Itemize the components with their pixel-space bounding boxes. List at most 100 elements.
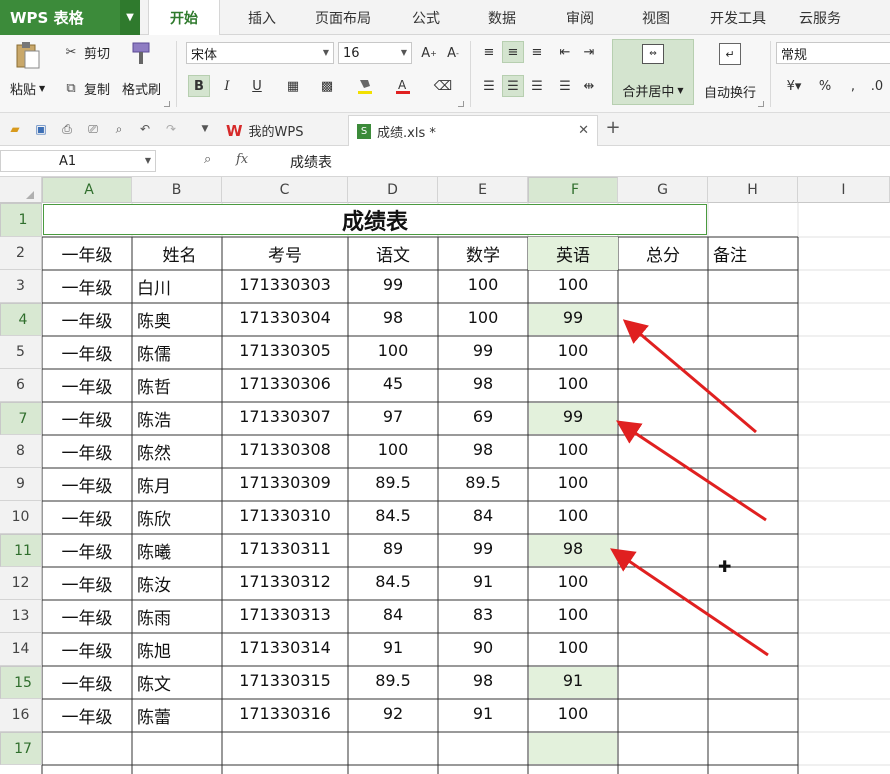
data-cell[interactable]: 100 (528, 501, 618, 534)
row-header-12[interactable]: 12 (0, 567, 42, 600)
align-bottom-icon[interactable]: ≡ (526, 41, 548, 63)
bold-icon[interactable]: B (188, 75, 210, 97)
data-cell[interactable]: 100 (348, 336, 438, 369)
data-cell[interactable]: 陈奥 (132, 303, 222, 336)
cut-button[interactable]: ✂ 剪切 (62, 43, 110, 62)
close-icon[interactable]: ✕ (578, 123, 589, 138)
row-header-16[interactable]: 16 (0, 699, 42, 732)
data-cell[interactable]: 陈文 (132, 666, 222, 699)
row-header-5[interactable]: 5 (0, 336, 42, 369)
data-cell[interactable]: 陈曦 (132, 534, 222, 567)
font-color-icon[interactable]: A (392, 75, 414, 97)
data-cell[interactable]: 一年级 (42, 468, 132, 501)
column-header-c[interactable]: C (222, 177, 348, 203)
data-cell[interactable]: 99 (528, 402, 618, 435)
data-cell[interactable]: 一年级 (42, 666, 132, 699)
row-header-3[interactable]: 3 (0, 270, 42, 303)
row-header-8[interactable]: 8 (0, 435, 42, 468)
italic-icon[interactable]: I (216, 75, 238, 97)
data-cell[interactable]: 89.5 (348, 666, 438, 699)
data-cell[interactable]: 98 (438, 369, 528, 402)
column-header-h[interactable]: H (708, 177, 798, 203)
align-top-icon[interactable]: ≡ (478, 41, 500, 63)
formula-input[interactable]: 成绩表 (290, 152, 332, 172)
data-cell[interactable]: 98 (348, 303, 438, 336)
row-header-11[interactable]: 11 (0, 534, 42, 567)
data-cell[interactable]: 陈儒 (132, 336, 222, 369)
data-cell[interactable]: 100 (528, 435, 618, 468)
data-cell[interactable]: 84.5 (348, 567, 438, 600)
wrap-text-button[interactable]: ↵ 自动换行 (698, 39, 762, 105)
data-cell[interactable]: 171330314 (222, 633, 348, 666)
column-header-b[interactable]: B (132, 177, 222, 203)
data-cell[interactable]: 一年级 (42, 369, 132, 402)
data-cell[interactable]: 一年级 (42, 270, 132, 303)
undo-icon[interactable]: ↶ (136, 120, 154, 138)
save-icon[interactable]: ▣ (32, 120, 50, 138)
decimal-icon[interactable]: .0 (866, 75, 888, 97)
clear-format-icon[interactable]: ⌫ (432, 75, 454, 97)
currency-icon[interactable]: ¥▾ (780, 75, 808, 97)
data-cell[interactable]: 171330306 (222, 369, 348, 402)
align-center-icon[interactable]: ☰ (502, 75, 524, 97)
data-cell[interactable]: 一年级 (42, 567, 132, 600)
data-cell[interactable]: 171330307 (222, 402, 348, 435)
paste-button[interactable]: 粘贴 ▼ (10, 79, 45, 98)
data-cell[interactable]: 45 (348, 369, 438, 402)
data-cell[interactable]: 100 (528, 270, 618, 303)
data-cell[interactable]: 100 (438, 270, 528, 303)
select-all-corner[interactable] (0, 177, 42, 203)
zoom-search-icon[interactable]: ⌕ (204, 152, 211, 167)
data-cell[interactable]: 100 (528, 600, 618, 633)
data-cell[interactable]: 99 (438, 534, 528, 567)
data-cell[interactable]: 一年级 (42, 534, 132, 567)
app-menu-button[interactable]: WPS 表格 ▼ (0, 0, 140, 35)
data-cell[interactable]: 83 (438, 600, 528, 633)
tab-page-layout[interactable]: 页面布局 (302, 0, 384, 35)
data-cell[interactable]: 一年级 (42, 336, 132, 369)
data-cell[interactable]: 陈蕾 (132, 699, 222, 732)
data-cell[interactable]: 171330311 (222, 534, 348, 567)
data-cell[interactable]: 171330315 (222, 666, 348, 699)
data-cell[interactable]: 84 (438, 501, 528, 534)
row-header-17[interactable]: 17 (0, 732, 42, 765)
align-right-icon[interactable]: ☰ (526, 75, 548, 97)
tab-formulas[interactable]: 公式 (396, 0, 456, 35)
data-cell[interactable]: 171330304 (222, 303, 348, 336)
header-cell[interactable]: 数学 (438, 237, 528, 270)
title-cell[interactable]: 成绩表 (43, 204, 707, 235)
fill-color-icon[interactable] (354, 75, 376, 97)
data-cell[interactable]: 一年级 (42, 633, 132, 666)
data-cell[interactable]: 100 (528, 369, 618, 402)
copy-button[interactable]: ⧉ 复制 (62, 79, 110, 98)
tab-home[interactable]: 开始 (148, 0, 220, 36)
data-cell[interactable]: 90 (438, 633, 528, 666)
column-header-g[interactable]: G (618, 177, 708, 203)
insert-function-button[interactable]: fx (236, 152, 248, 167)
chevron-down-icon[interactable]: ▼ (120, 0, 140, 35)
data-cell[interactable]: 100 (438, 303, 528, 336)
data-cell[interactable]: 171330305 (222, 336, 348, 369)
name-box[interactable]: A1 ▼ (0, 150, 156, 172)
data-cell[interactable]: 100 (348, 435, 438, 468)
data-cell[interactable]: 91 (438, 699, 528, 732)
data-cell[interactable]: 一年级 (42, 303, 132, 336)
data-cell[interactable]: 白川 (132, 270, 222, 303)
row-header-2[interactable]: 2 (0, 237, 42, 270)
doc-tab-file[interactable]: S 成绩.xls * ✕ (348, 115, 598, 146)
column-header-e[interactable]: E (438, 177, 528, 203)
data-cell[interactable]: 97 (348, 402, 438, 435)
data-cell[interactable]: 一年级 (42, 435, 132, 468)
align-left-icon[interactable]: ☰ (478, 75, 500, 97)
data-cell[interactable]: 171330308 (222, 435, 348, 468)
data-cell[interactable]: 陈欣 (132, 501, 222, 534)
font-name-select[interactable]: 宋体 ▼ (186, 42, 334, 64)
doc-tab-home[interactable]: W 我的WPS (220, 115, 344, 146)
clipboard-launcher[interactable] (164, 101, 170, 107)
open-folder-icon[interactable]: ▰ (6, 120, 24, 138)
row-header-9[interactable]: 9 (0, 468, 42, 501)
redo-icon[interactable]: ↷ (162, 120, 180, 138)
header-cell[interactable]: 总分 (618, 237, 708, 270)
data-cell[interactable]: 一年级 (42, 501, 132, 534)
new-tab-icon[interactable]: + (604, 117, 622, 138)
